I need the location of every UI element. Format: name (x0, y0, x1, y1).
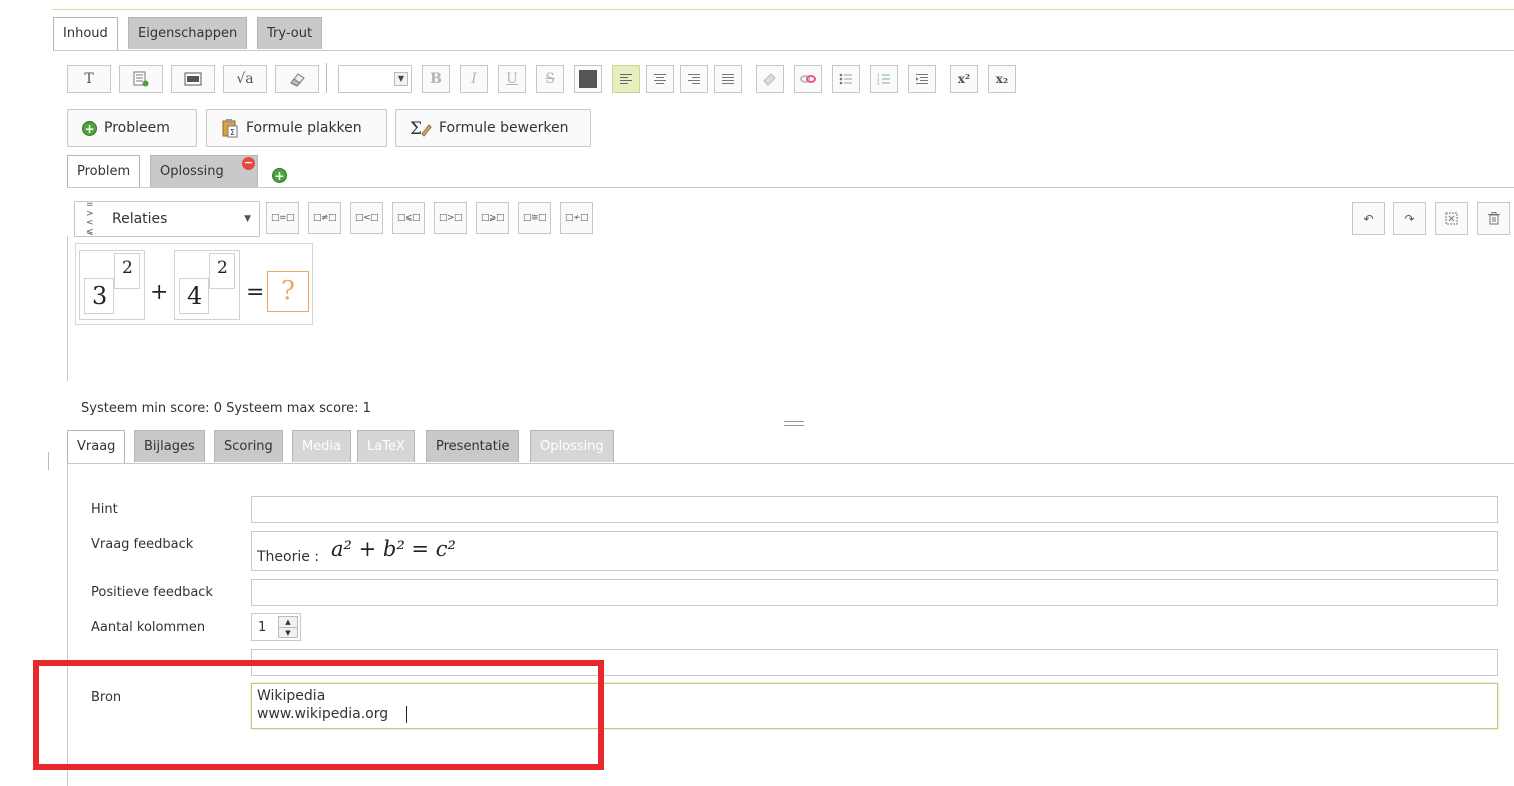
formula-base-1: 3 (92, 282, 108, 310)
tab-vraag[interactable]: Vraag (67, 430, 126, 464)
paste-formula-label: Formule plakken (246, 120, 362, 136)
subscript-button[interactable]: x₂ (988, 65, 1016, 93)
tab-presentatie[interactable]: Presentatie (426, 430, 520, 462)
formula-exp-1: 2 (122, 258, 133, 278)
numbered-list-icon[interactable]: 123 (870, 65, 898, 93)
format-painter-icon[interactable] (756, 65, 784, 93)
relation-congruent-button[interactable]: □≅□ (518, 202, 551, 234)
feedback-prefix: Theorie : (257, 549, 320, 565)
chevron-up-icon[interactable]: ▲ (279, 617, 297, 627)
indent-icon[interactable] (908, 65, 936, 93)
vraag-feedback-input[interactable]: Theorie : a² + b² = c² (251, 531, 1498, 571)
redo-icon[interactable]: ↷ (1393, 202, 1426, 235)
svg-text:3: 3 (877, 81, 880, 86)
plus-circle-icon: + (82, 120, 97, 136)
formula-exp-2: 2 (217, 258, 228, 278)
font-size-select[interactable]: ▼ (338, 65, 412, 93)
strikethrough-button[interactable]: S (536, 65, 564, 93)
tab-inhoud[interactable]: Inhoud (53, 17, 118, 51)
paste-formula-button[interactable]: Σ Formule plakken (206, 109, 387, 147)
select-all-icon[interactable] (1435, 202, 1468, 235)
feedback-formula: a² + b² = c² (331, 537, 456, 561)
tab-try-out[interactable]: Try-out (257, 17, 323, 49)
kolommen-value: 1 (258, 620, 267, 635)
positieve-feedback-input[interactable] (251, 579, 1498, 606)
base-box-1[interactable]: 3 (84, 278, 114, 314)
tab-latex[interactable]: LaTeX (357, 430, 415, 462)
base-box-2[interactable]: 4 (179, 278, 209, 314)
highlight-box (33, 660, 604, 770)
tab-scoring[interactable]: Scoring (214, 430, 283, 462)
tab-media[interactable]: Media (292, 430, 352, 462)
align-right-icon[interactable] (680, 65, 708, 93)
relation-greater-button[interactable]: □>□ (434, 202, 467, 234)
insert-formula-button[interactable]: √a (223, 65, 267, 93)
add-problem-button[interactable]: + Probleem (67, 109, 197, 147)
insert-table-icon[interactable] (119, 65, 163, 93)
bullet-list-icon[interactable] (832, 65, 860, 93)
relations-select[interactable]: = > < ⩽ Relaties ▼ (74, 201, 260, 237)
text-color-icon[interactable] (574, 65, 602, 93)
kolommen-stepper[interactable]: 1 ▲ ▼ (251, 613, 301, 641)
bold-button[interactable]: B (422, 65, 450, 93)
exponent-box-2[interactable]: 2 (209, 253, 235, 289)
align-justify-icon[interactable] (714, 65, 742, 93)
top-border-line (52, 9, 1514, 10)
chevron-down-icon[interactable]: ▼ (394, 72, 408, 86)
italic-button[interactable]: I (460, 65, 488, 93)
hint-label: Hint (91, 502, 118, 517)
relation-not-equal-button[interactable]: □≠□ (308, 202, 341, 234)
relations-selected: Relaties (112, 211, 168, 227)
relation-not-similar-button[interactable]: □≁□ (560, 202, 593, 234)
relation-equal-button[interactable]: □=□ (266, 202, 299, 234)
tab-eigenschappen[interactable]: Eigenschappen (128, 17, 248, 49)
aantal-kolommen-label: Aantal kolommen (91, 620, 206, 635)
relations-icon: = > < ⩽ (86, 200, 94, 237)
formula-base-2: 4 (187, 282, 203, 310)
align-center-icon[interactable] (646, 65, 674, 93)
answer-placeholder[interactable]: ? (267, 271, 309, 312)
exponent-box-1[interactable]: 2 (114, 253, 140, 289)
vraag-feedback-label: Vraag feedback (91, 537, 194, 552)
stepper-arrows[interactable]: ▲ ▼ (278, 616, 298, 638)
formula-plus: + (150, 280, 169, 305)
chevron-down-icon: ▼ (244, 214, 251, 224)
resize-handle[interactable] (784, 421, 804, 426)
tab-bijlages[interactable]: Bijlages (134, 430, 205, 462)
part-tabs-baseline (67, 187, 1514, 188)
tabs-baseline (53, 50, 1514, 51)
align-left-icon[interactable] (612, 65, 640, 93)
clipboard-icon: Σ (222, 119, 238, 138)
trash-icon[interactable] (1477, 202, 1510, 235)
sigma-pencil-icon: Σ (410, 119, 432, 137)
link-icon[interactable] (794, 65, 822, 93)
score-info: Systeem min score: 0 Systeem max score: … (81, 401, 371, 416)
remove-circle-icon[interactable]: − (242, 157, 255, 170)
hint-input[interactable] (251, 496, 1498, 523)
add-problem-label: Probleem (104, 120, 170, 136)
positieve-feedback-label: Positieve feedback (91, 585, 213, 600)
relation-less-equal-button[interactable]: □⩽□ (392, 202, 425, 234)
edit-formula-button[interactable]: Σ Formule bewerken (395, 109, 591, 147)
tab-oplossing[interactable]: Oplossing (530, 430, 614, 462)
relation-greater-equal-button[interactable]: □⩾□ (476, 202, 509, 234)
formula-equals: = (246, 280, 265, 305)
underline-button[interactable]: U (498, 65, 526, 93)
undo-icon[interactable]: ↶ (1352, 202, 1385, 235)
text-mode-button[interactable]: T (67, 65, 111, 93)
toolbar-separator (326, 63, 327, 93)
add-part-icon[interactable]: + (272, 168, 287, 183)
chevron-down-icon[interactable]: ▼ (279, 627, 297, 637)
insert-image-icon[interactable] (171, 65, 215, 93)
svg-text:Σ: Σ (410, 119, 422, 137)
relation-less-button[interactable]: □<□ (350, 202, 383, 234)
lower-tabs-baseline (67, 463, 1514, 464)
tab-problem[interactable]: Problem (67, 155, 141, 188)
eraser-icon[interactable] (275, 65, 319, 93)
left-tick-mark (48, 452, 49, 470)
svg-text:Σ: Σ (230, 128, 235, 137)
edit-formula-label: Formule bewerken (439, 120, 569, 136)
editor-left-border (67, 236, 68, 381)
superscript-button[interactable]: x² (950, 65, 978, 93)
